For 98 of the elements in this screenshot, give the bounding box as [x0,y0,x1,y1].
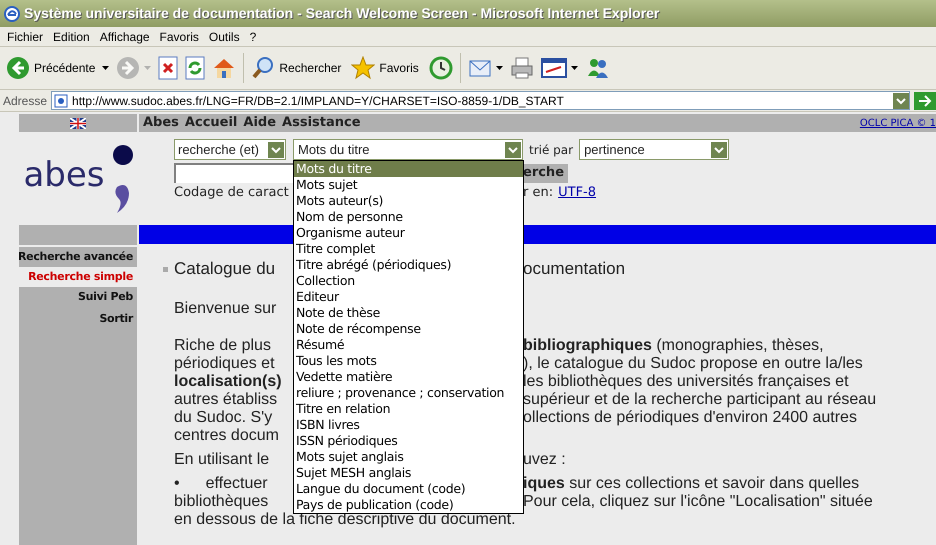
dropdown-option[interactable]: Note de récompense [294,321,523,337]
dropdown-option[interactable]: Collection [294,273,523,289]
nav-link[interactable]: Abes [143,113,179,133]
dropdown-option[interactable]: reliure ; provenance ; conservation [294,385,523,401]
home-icon [212,56,236,80]
dropdown-option[interactable]: Vedette matière [294,369,523,385]
sort-label: trié par [529,142,574,158]
heading-text: Catalogue du [174,258,276,280]
menu-item[interactable]: Outils [206,28,243,46]
menu-item[interactable]: Affichage [96,28,153,46]
printer-icon [510,56,534,80]
chevron-icon [711,142,728,158]
encoding-link[interactable]: UTF-8 [558,183,596,203]
paragraph-text: autres établiss [174,391,278,409]
dropdown-option[interactable]: Note de thèse [294,305,523,321]
paragraph-text: centres docum [174,427,279,445]
dropdown-option[interactable]: Mots sujet [294,177,523,193]
search-input[interactable] [174,163,293,183]
dropdown-option[interactable]: Langue du document (code) [294,481,523,497]
dropdown-option[interactable]: Titre abrégé (périodiques) [294,257,523,273]
dropdown-option[interactable]: ISBN livres [294,417,523,433]
dropdown-option[interactable]: Sujet MESH anglais [294,465,523,481]
caret-icon [102,66,110,70]
operator-select[interactable]: recherche (et) [174,139,286,160]
toolbar-button[interactable] [540,57,578,79]
flag-icon[interactable] [70,118,86,128]
paragraph-text: ), le catalogue du Sudoc propose en outre la/les [523,355,863,373]
paragraph-text: uvez : [523,451,566,469]
dropdown-option[interactable]: Mots du titre [294,161,523,177]
browser-icon [4,6,20,22]
dropdown-option[interactable]: ISSN périodiques [294,433,523,449]
nav-link[interactable]: Accueil [184,113,238,133]
dropdown-option[interactable]: Editeur [294,289,523,305]
chevron-icon [505,142,521,158]
paragraph-text: ollections de périodiques d'environ 2400 autres [523,409,857,427]
field-select[interactable]: Mots du titre [293,139,523,160]
semicolon-logo-icon [110,142,133,214]
dropdown-option[interactable]: Titre complet [294,241,523,257]
dropdown-option[interactable]: Pays de publication (code) [294,497,523,513]
paragraph-text: iques sur ces collections et savoir dans quelles [523,475,860,493]
window-title: Système universitaire de documentation - Search Welcome Screen - Microsoft Internet Explorer [24,4,660,23]
history-icon [428,56,453,80]
caret-icon [570,66,578,70]
paragraph-text: bibliographiques (monographies, thèses, [523,337,824,355]
nav-link[interactable]: Assistance [282,113,361,133]
paragraph-text: En utilisant le [174,451,270,469]
toolbar-button[interactable]: Favoris [351,56,422,80]
search-icon [251,56,276,80]
paragraph-text: périodiques et [174,355,275,373]
chevron-icon [268,142,284,158]
toolbar-button[interactable]: Précédente [6,56,110,80]
sidebar-link[interactable]: Sortir [19,307,137,331]
menu-item[interactable]: Fichier [4,28,46,46]
refresh-icon [185,56,206,80]
square-bullet-icon [163,266,168,272]
star-icon [351,56,376,80]
dropdown-option[interactable]: Résumé [294,337,523,353]
toolbar-button[interactable] [510,56,534,80]
address-field[interactable]: http://www.sudoc.abes.fr/LNG=FR/DB=2.1/IMPLAND=Y/CHARSET=ISO-8859-1/DB_START [51,91,910,110]
chevron-icon [893,92,909,108]
sidebar-link[interactable]: Recherche avancée [19,247,137,267]
stop-icon [158,56,178,80]
bullet-mark: • [174,475,180,493]
paragraph-text: supérieur et de la recherche participant au réseau [523,391,876,409]
caret-icon [144,66,152,70]
heading-text: ocumentation [523,258,626,280]
sort-select[interactable]: pertinence [579,139,730,160]
toolbar-button[interactable] [158,56,178,80]
menu-item[interactable]: Edition [50,28,93,46]
toolbar-button[interactable] [428,56,453,80]
search-button[interactable]: erche [523,164,568,182]
paragraph-text: du Sudoc. S'y [174,409,272,427]
paragraph-text: localisation(s) [174,373,282,391]
encoding-label: Codage de caract [174,184,290,202]
paragraph-text: les bibliothèques des universités françaises et [523,373,849,391]
toolbar-button[interactable]: Rechercher [251,56,344,80]
caret-icon [496,66,503,70]
sidebar-link[interactable]: Suivi Peb [19,287,137,307]
paragraph-text: bibliothèques [174,493,268,511]
dropdown-option[interactable]: Mots auteur(s) [294,193,523,209]
dropdown-option[interactable]: Organisme auteur [294,225,523,241]
copyright-link[interactable]: OCLC PICA © 1 [860,116,936,130]
dropdown-option[interactable]: Mots sujet anglais [294,449,523,465]
edit-icon [540,57,567,79]
address-label: Adresse [3,92,48,110]
page-icon [54,94,68,108]
logo-text: abes [23,154,105,197]
paragraph-text: Riche de plus [174,337,271,355]
dropdown-option[interactable]: Nom de personne [294,209,523,225]
menu-item[interactable]: ? [246,28,260,46]
paragraph-text: Bienvenue sur [174,300,276,318]
paragraph-text: effectuer [206,475,268,493]
paragraph-text: Pour cela, cliquez sur l'icône "Localisation" située [523,493,873,511]
encoding-label: r en: [523,184,554,202]
dropdown-option[interactable]: Titre en relation [294,401,523,417]
menu-item[interactable]: Favoris [156,28,202,46]
dropdown-option[interactable]: Tous les mots [294,353,523,369]
nav-link[interactable]: Aide [243,113,276,133]
